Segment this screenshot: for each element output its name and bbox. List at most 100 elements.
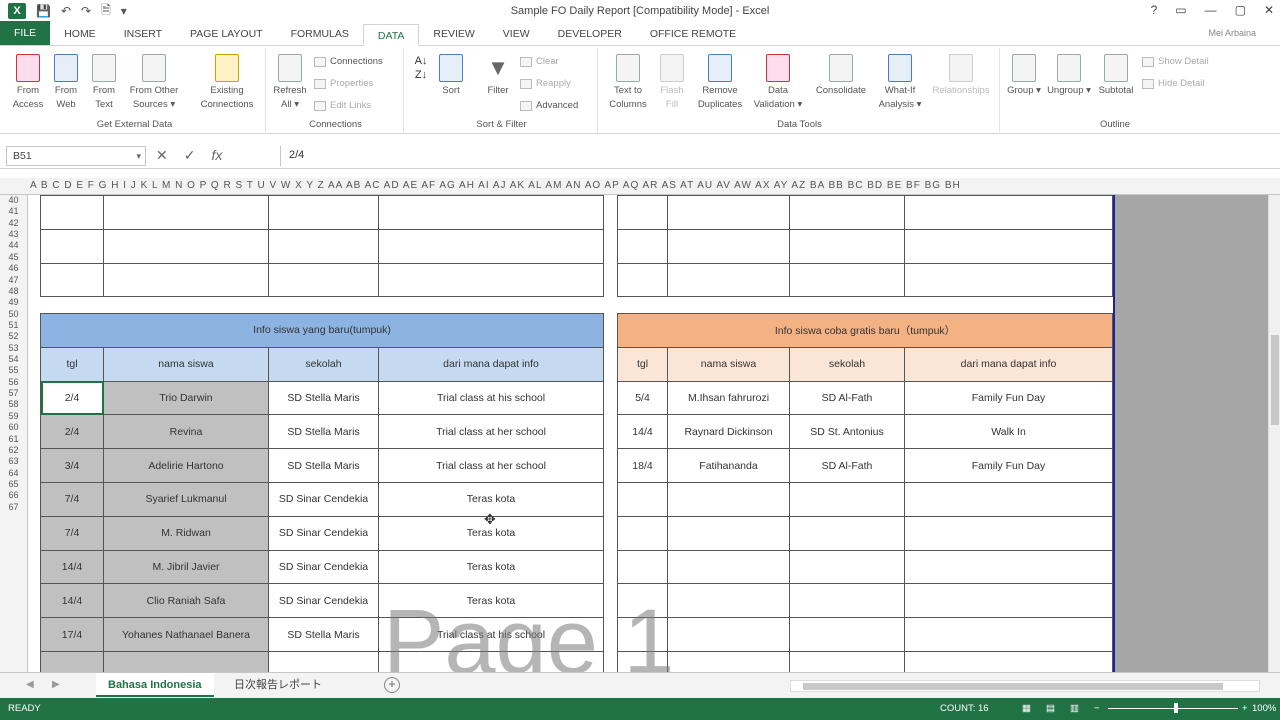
cell[interactable]: Trio Darwin xyxy=(103,380,269,416)
cell[interactable] xyxy=(40,195,104,230)
cell[interactable]: SD St. Antonius xyxy=(789,414,905,450)
cell[interactable] xyxy=(789,481,905,517)
row-number[interactable]: 54 xyxy=(0,354,27,365)
maximize-button[interactable]: ▢ xyxy=(1235,3,1246,17)
row-number[interactable]: 66 xyxy=(0,490,27,501)
tab-page-layout[interactable]: PAGE LAYOUT xyxy=(176,23,277,45)
row-number[interactable]: 52 xyxy=(0,331,27,342)
row-number[interactable]: 65 xyxy=(0,479,27,490)
cell[interactable] xyxy=(789,617,905,652)
zoom-out-icon[interactable]: − xyxy=(1094,703,1100,714)
row-number[interactable]: 45 xyxy=(0,252,27,263)
properties-button[interactable]: Properties xyxy=(314,78,373,89)
cell[interactable]: SD Stella Maris xyxy=(268,380,379,416)
row-number[interactable]: 50 xyxy=(0,309,27,320)
cell[interactable]: 18/4 xyxy=(617,448,668,483)
cell[interactable] xyxy=(617,262,668,298)
hide-detail-button[interactable]: Hide Detail xyxy=(1142,78,1204,89)
sort-az-button[interactable]: A↓ Z↓ xyxy=(410,54,432,82)
row-number[interactable]: 62 xyxy=(0,445,27,456)
cell[interactable]: Yohanes Nathanael Banera xyxy=(103,617,269,652)
cell[interactable] xyxy=(903,617,1114,652)
worksheet-grid[interactable]: Info siswa yang baru(tumpuk) tgl nama si… xyxy=(28,195,1268,672)
cell[interactable] xyxy=(268,195,379,230)
cell[interactable] xyxy=(103,650,269,672)
cell[interactable]: Adelirie Hartono xyxy=(103,448,269,483)
cell[interactable]: Raynard Dickinson xyxy=(667,414,790,450)
row-number[interactable]: 55 xyxy=(0,365,27,376)
cell[interactable]: Revina xyxy=(103,414,269,450)
user-name[interactable]: Mei Arbaina xyxy=(1208,28,1256,38)
row-number[interactable]: 56 xyxy=(0,377,27,388)
row-number[interactable]: 61 xyxy=(0,434,27,445)
cell[interactable] xyxy=(904,262,1113,298)
edit-links-button[interactable]: Edit Links xyxy=(314,100,371,111)
help-button[interactable]: ? xyxy=(1151,3,1158,17)
add-sheet-icon[interactable]: + xyxy=(384,677,400,693)
text-to-columns-button[interactable]: Text to Columns xyxy=(604,54,652,112)
cell[interactable] xyxy=(617,195,668,230)
formula-input[interactable]: 2/4 xyxy=(280,146,1268,166)
cell[interactable]: M. Ridwan xyxy=(103,515,269,551)
cell[interactable] xyxy=(667,583,790,619)
cell[interactable] xyxy=(268,262,379,298)
row-number[interactable]: 59 xyxy=(0,411,27,422)
name-box[interactable]: B51 ▾ xyxy=(6,146,146,166)
left-table-title[interactable]: Info siswa yang baru(tumpuk) xyxy=(39,313,605,348)
vertical-scrollbar[interactable] xyxy=(1268,195,1280,672)
from-other-sources-button[interactable]: From Other Sources ▾ xyxy=(124,54,184,112)
existing-connections-button[interactable]: Existing Connections xyxy=(192,54,262,112)
from-access-button[interactable]: From Access xyxy=(8,54,48,112)
relationships-button[interactable]: Relationships xyxy=(926,54,996,98)
row-number[interactable]: 64 xyxy=(0,468,27,479)
filter-button[interactable]: ▼ Filter xyxy=(480,54,516,98)
cell[interactable] xyxy=(617,583,668,619)
page-layout-view-icon[interactable]: ▤ xyxy=(1046,703,1055,714)
tab-office-remote[interactable]: OFFICE REMOTE xyxy=(636,23,750,45)
tab-view[interactable]: VIEW xyxy=(489,23,544,45)
cell[interactable] xyxy=(667,650,790,672)
cell[interactable]: 14/4 xyxy=(617,414,668,450)
cancel-entry-icon[interactable]: ✕ xyxy=(156,147,168,164)
consolidate-button[interactable]: Consolidate xyxy=(808,54,874,98)
cell[interactable] xyxy=(667,228,790,264)
cell[interactable] xyxy=(667,195,790,230)
cell[interactable]: SD Al-Fath xyxy=(789,380,905,416)
cell[interactable]: M. Jibril Javier xyxy=(103,549,269,585)
horizontal-scrollbar[interactable] xyxy=(790,680,1260,692)
zoom-slider-knob[interactable] xyxy=(1174,703,1178,713)
show-detail-button[interactable]: Show Detail xyxy=(1142,56,1209,67)
tab-developer[interactable]: DEVELOPER xyxy=(544,23,636,45)
data-validation-button[interactable]: Data Validation ▾ xyxy=(750,54,806,112)
cell[interactable] xyxy=(378,195,604,230)
row-number[interactable]: 53 xyxy=(0,343,27,354)
column-heading[interactable]: dari mana dapat info xyxy=(377,346,605,382)
cell[interactable] xyxy=(667,549,790,585)
row-number[interactable]: 44 xyxy=(0,240,27,251)
cell[interactable] xyxy=(903,515,1114,551)
normal-view-icon[interactable]: ▦ xyxy=(1022,703,1031,714)
tab-home[interactable]: HOME xyxy=(50,23,110,45)
cell[interactable]: Syarief Lukmanul xyxy=(103,481,269,517)
subtotal-button[interactable]: Subtotal xyxy=(1094,54,1138,98)
chevron-down-icon[interactable]: ▾ xyxy=(136,147,141,165)
customize-qat-icon[interactable]: ▾ xyxy=(121,4,127,18)
what-if-analysis-button[interactable]: What-If Analysis ▾ xyxy=(876,54,924,112)
row-number[interactable]: 42 xyxy=(0,218,27,229)
row-number[interactable]: 46 xyxy=(0,263,27,274)
insert-function-icon[interactable]: fx xyxy=(211,147,222,164)
row-number[interactable]: 41 xyxy=(0,206,27,217)
confirm-entry-icon[interactable]: ✓ xyxy=(184,147,196,164)
cell[interactable] xyxy=(268,650,379,672)
cell[interactable]: 2/4 xyxy=(40,414,104,450)
cell[interactable] xyxy=(789,262,905,298)
cell[interactable]: 7/4 xyxy=(40,515,104,551)
cell[interactable] xyxy=(904,228,1113,264)
column-heading[interactable]: sekolah xyxy=(268,346,379,382)
scrollbar-thumb[interactable] xyxy=(803,683,1223,690)
tab-formulas[interactable]: FORMULAS xyxy=(277,23,363,45)
cell[interactable] xyxy=(378,228,604,264)
cell[interactable]: 14/4 xyxy=(40,583,104,619)
cell[interactable] xyxy=(617,650,668,672)
remove-duplicates-button[interactable]: Remove Duplicates xyxy=(692,54,748,112)
